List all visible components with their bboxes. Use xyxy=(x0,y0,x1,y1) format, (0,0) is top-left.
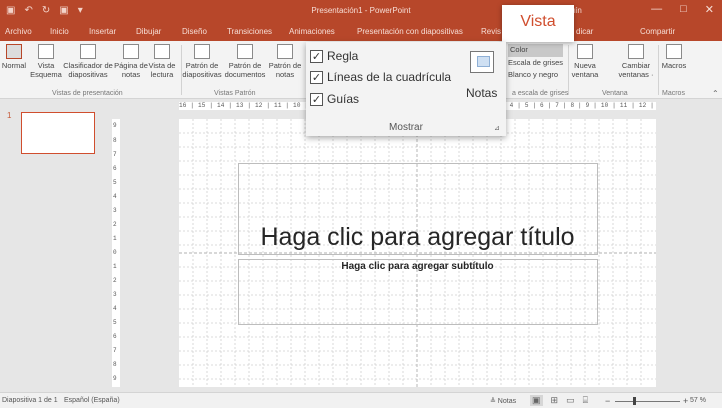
notes-master-button[interactable]: Patrón de notas xyxy=(268,44,302,79)
group-label-master-views: Vistas Patrón xyxy=(214,90,256,97)
window-title: Presentación1 - PowerPoint xyxy=(311,6,411,15)
show-group-popup: ✓ Regla ✓ Líneas de la cuadrícula ✓ Guía… xyxy=(306,42,506,136)
switch-windows-button[interactable]: Cambiar ventanas · xyxy=(614,44,658,79)
slide-sorter-icon xyxy=(80,44,96,59)
view-switcher: ▣ ⊞ ▭ ⌸ xyxy=(530,395,588,406)
maximize-icon[interactable]: □ xyxy=(680,3,687,16)
notes-master-icon xyxy=(277,44,293,59)
notes-icon[interactable] xyxy=(470,51,494,73)
tab-diseno[interactable]: Diseño xyxy=(182,27,207,36)
notes-button-label[interactable]: Notas xyxy=(466,86,497,100)
zoom-in-icon[interactable]: + xyxy=(683,396,688,406)
color-options: Color Escala de grises Blanco y negro xyxy=(508,44,564,82)
tab-archivo[interactable]: Archivo xyxy=(5,27,32,36)
color-button[interactable]: Color xyxy=(508,44,564,57)
close-icon[interactable]: ✕ xyxy=(705,3,714,16)
ribbon-tab-bar: Archivo Inicio Insertar Dibujar Diseño T… xyxy=(0,23,722,41)
slide-master-button[interactable]: Patrón de diapositivas xyxy=(180,44,224,79)
group-label-grayscale: a escala de grises xyxy=(512,90,569,97)
reading-view-icon xyxy=(154,44,170,59)
slide-thumbnail[interactable] xyxy=(21,112,95,154)
notes-page-icon xyxy=(123,44,139,59)
slide-master-icon xyxy=(194,44,210,59)
guides-checkbox[interactable]: ✓ xyxy=(310,92,323,106)
slide-count: Diapositiva 1 de 1 xyxy=(2,397,58,404)
ruler-checkbox-label: Regla xyxy=(327,49,359,63)
grayscale-button[interactable]: Escala de grises xyxy=(508,57,563,70)
gridlines-checkbox[interactable]: ✓ xyxy=(310,70,323,84)
notes-toggle[interactable]: ≜ Notas xyxy=(490,397,516,405)
tab-inicio[interactable]: Inicio xyxy=(50,27,69,36)
group-label-presentation-views: Vistas de presentación xyxy=(52,90,123,97)
new-window-button[interactable]: Nueva ventana xyxy=(568,44,602,79)
tab-presentacion[interactable]: Presentación con diapositivas xyxy=(357,27,463,36)
slide-sorter-button[interactable]: Clasificador de diapositivas xyxy=(62,44,114,79)
slideshow-icon[interactable]: ⌸ xyxy=(583,395,588,406)
tab-vista[interactable]: Vista xyxy=(502,5,574,42)
normal-view-icon xyxy=(6,44,22,59)
tab-revisar[interactable]: Revis xyxy=(481,27,501,36)
macros-icon xyxy=(666,44,682,59)
guides-checkbox-label: Guías xyxy=(327,92,360,106)
macros-button[interactable]: Macros xyxy=(658,44,690,70)
guides-checkbox-row[interactable]: ✓ Guías xyxy=(310,92,359,106)
gridlines-checkbox-label: Líneas de la cuadrícula xyxy=(327,70,452,84)
minimize-icon[interactable]: — xyxy=(651,3,662,16)
title-placeholder-text: Haga clic para agregar título xyxy=(260,223,575,251)
tab-dibujar[interactable]: Dibujar xyxy=(136,27,161,36)
ruler-checkbox-row[interactable]: ✓ Regla xyxy=(310,49,358,63)
gridlines-checkbox-row[interactable]: ✓ Líneas de la cuadrícula xyxy=(310,70,451,84)
zoom-out-icon[interactable]: − xyxy=(605,396,610,406)
group-label-macros: Macros xyxy=(662,90,685,97)
slide-canvas[interactable]: Haga clic para agregar título Haga clic … xyxy=(179,119,656,387)
slide-sorter-icon[interactable]: ⊞ xyxy=(551,395,559,406)
zoom-track xyxy=(615,401,680,402)
handout-master-icon xyxy=(237,44,253,59)
normal-view-button[interactable]: Normal xyxy=(0,44,28,70)
reading-view-button[interactable]: Vista de lectura xyxy=(146,44,178,79)
dialog-launcher-icon[interactable]: ⊿ xyxy=(494,124,500,132)
tab-transiciones[interactable]: Transiciones xyxy=(227,27,272,36)
zoom-level[interactable]: 57 % xyxy=(690,397,706,404)
normal-view-icon[interactable]: ▣ xyxy=(530,395,543,406)
slide-thumbnail-number: 1 xyxy=(7,111,12,120)
switch-windows-icon xyxy=(628,44,644,59)
subtitle-placeholder-text: Haga clic para agregar subtítulo xyxy=(341,261,494,272)
zoom-slider[interactable]: − + xyxy=(605,396,695,406)
zoom-slider-handle[interactable] xyxy=(632,397,636,405)
reading-view-icon[interactable]: ▭ xyxy=(566,395,575,406)
share-button[interactable]: Compartir xyxy=(640,27,675,36)
tab-indicar[interactable]: dicar xyxy=(576,27,593,36)
status-bar: Diapositiva 1 de 1 Español (España) ≜ No… xyxy=(0,392,722,408)
language-indicator[interactable]: Español (España) xyxy=(64,397,120,404)
notes-page-button[interactable]: Página de notas xyxy=(114,44,148,79)
vertical-ruler: 9 8 7 6 5 4 3 2 1 0 1 2 3 4 5 6 7 8 9 xyxy=(112,119,120,387)
new-window-icon xyxy=(577,44,593,59)
handout-master-button[interactable]: Patrón de documentos xyxy=(222,44,268,79)
ruler-checkbox[interactable]: ✓ xyxy=(310,49,323,63)
outline-view-icon xyxy=(38,44,54,59)
title-bar: ▣ ↶ ↻ ▣ ▾ Presentación1 - PowerPoint s H… xyxy=(0,0,722,23)
group-label-window: Ventana xyxy=(602,90,628,97)
collapse-ribbon-icon[interactable]: ⌃ xyxy=(712,89,719,98)
show-group-label: Mostrar xyxy=(389,122,423,133)
tab-insertar[interactable]: Insertar xyxy=(89,27,116,36)
outline-view-button[interactable]: Vista Esquema xyxy=(28,44,64,79)
window-controls: — □ ✕ xyxy=(651,3,714,16)
black-white-button[interactable]: Blanco y negro xyxy=(508,69,563,82)
tab-animaciones[interactable]: Animaciones xyxy=(289,27,335,36)
